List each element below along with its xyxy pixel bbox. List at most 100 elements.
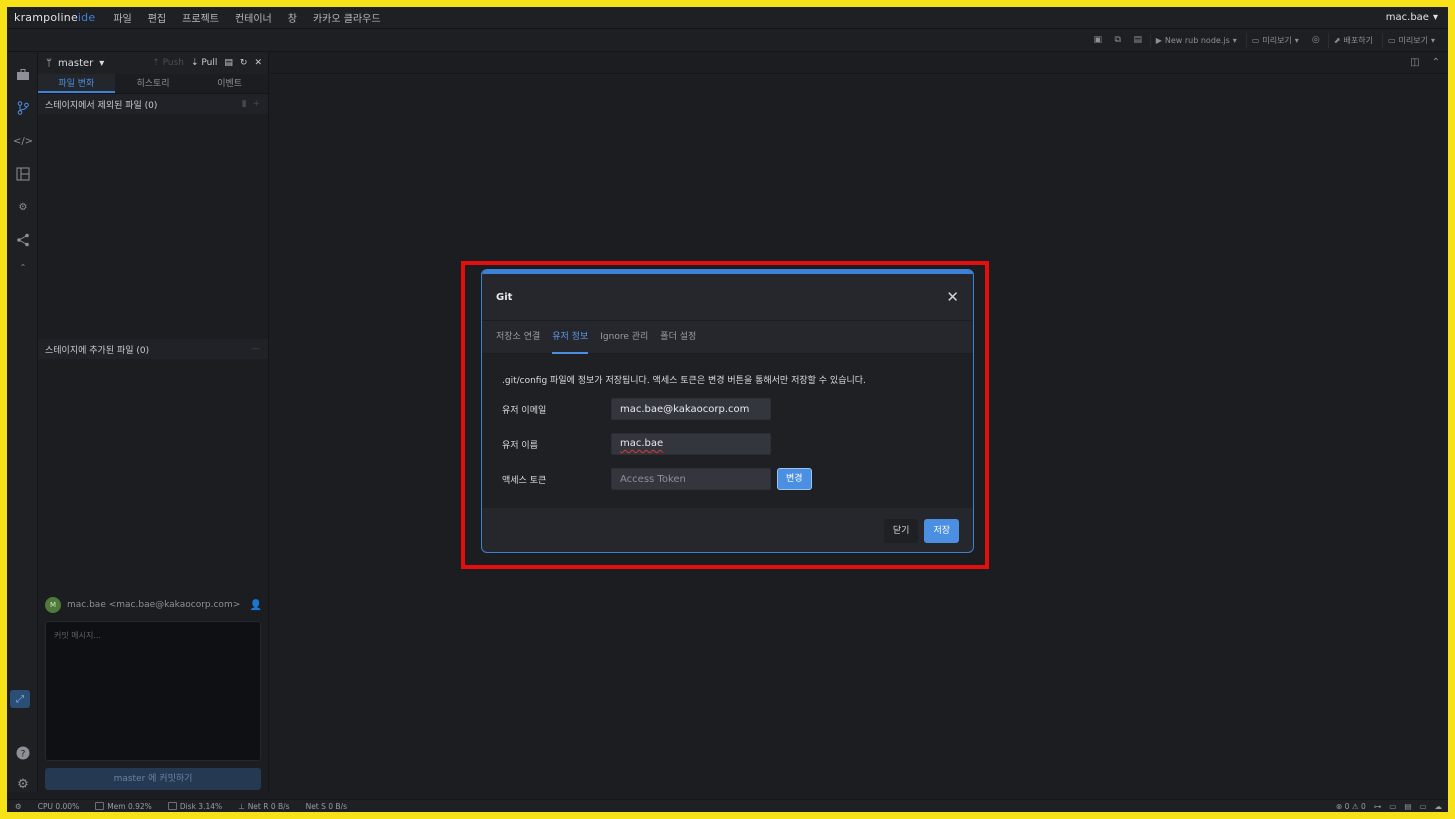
save-icon[interactable]: ▣ [1090, 32, 1106, 48]
globe-icon[interactable]: ◎ [1308, 32, 1324, 48]
warning-icon: ⚠ [1351, 801, 1359, 811]
split-editor-icon[interactable]: ◫ [1410, 57, 1419, 68]
close-icon[interactable]: ✕ [254, 58, 262, 68]
warnings-count: 0 [1360, 801, 1366, 811]
share-icon[interactable] [14, 231, 32, 249]
preview2-dropdown[interactable]: ▭ 미리보기 ▾ [1381, 32, 1440, 48]
email-row: 유저 이메일 [502, 398, 953, 420]
user-name: mac.bae [1385, 12, 1429, 23]
user-settings-icon[interactable]: 👤 [250, 600, 262, 611]
play-icon: ▶ [1155, 35, 1162, 45]
commit-message-input[interactable]: 커밋 메시지... [45, 621, 261, 761]
expand-icon[interactable]: ⤢ [10, 690, 30, 708]
save-button[interactable]: 저장 [924, 518, 959, 543]
svg-text:?: ? [21, 750, 26, 760]
commit-button[interactable]: master 에 커밋하기 [45, 768, 261, 790]
disk-icon [167, 802, 177, 810]
cloud-icon[interactable]: ☁ [1435, 802, 1443, 811]
email-label: 유저 이메일 [502, 405, 547, 416]
chat-icon[interactable]: ▤ [1404, 802, 1411, 811]
tab-ignore[interactable]: Ignore 관리 [600, 321, 648, 354]
commit-author: M mac.bae <mac.bae@kakaocorp.com> 👤 [38, 592, 269, 618]
dialog-tabs: 저장소 연결 유저 정보 Ignore 관리 폴더 설정 [482, 321, 973, 354]
git-branch-icon: ᛘ [46, 57, 52, 69]
menu-edit[interactable]: 편집 [140, 10, 174, 25]
unstaged-section-header[interactable]: 스테이지에서 제외된 파일 (0) ▮ + [38, 94, 268, 114]
network-icon: ⊥ [238, 801, 245, 811]
name-value: mac.bae [620, 438, 664, 449]
menu-container[interactable]: 컨테이너 [227, 10, 280, 25]
menu-project[interactable]: 프로젝트 [174, 10, 227, 25]
push-button[interactable]: ⇡ Push [152, 58, 184, 68]
link-icon[interactable]: ⊶ [1374, 802, 1382, 811]
tab-events[interactable]: 이벤트 [191, 74, 268, 93]
app-logo[interactable]: krampolineide [7, 11, 95, 24]
menu-items: 파일 편집 프로젝트 컨테이너 창 카카오 클라우드 [105, 10, 388, 25]
chevron-up-icon[interactable]: ⌃ [14, 258, 32, 276]
deploy-button[interactable]: ⬈ 배포하기 [1327, 32, 1378, 48]
code-icon[interactable]: </> [13, 132, 33, 150]
preview-icon: ▭ [1387, 35, 1396, 45]
name-field[interactable]: mac.bae [611, 433, 771, 455]
chevron-up-icon[interactable]: ⌃ [1432, 57, 1440, 68]
refresh-icon[interactable]: ↻ [240, 58, 248, 68]
preview-dropdown[interactable]: ▭ 미리보기 ▾ [1245, 32, 1304, 48]
minus-icon[interactable]: — [251, 344, 268, 354]
logo-accent: ide [77, 11, 96, 24]
git-panel: ᛘ master ▾ ⇡ Push ⇣ Pull ▤ ↻ ✕ 파일 변화 히스토… [38, 52, 269, 792]
help-icon[interactable]: ? [14, 744, 32, 762]
terminal-icon[interactable]: ▭ [1419, 802, 1426, 811]
tab-folder-settings[interactable]: 폴더 설정 [660, 321, 696, 354]
settings-icon: ⚙ [15, 801, 22, 811]
push-label: Push [162, 58, 184, 68]
briefcase-icon[interactable] [14, 66, 32, 84]
layout-panel-icon[interactable] [14, 165, 32, 183]
cpu-label: CPU 0.00% [37, 801, 80, 811]
chevron-down-icon: ▾ [1432, 12, 1438, 23]
email-field[interactable] [611, 398, 771, 420]
settings-share-icon[interactable]: ⚙ [14, 198, 32, 216]
menu-window[interactable]: 창 [280, 10, 305, 25]
toolbar: ▣ ⧉ ▤ ▶ New rub node.js ▾ ▭ 미리보기 ▾ ◎ ⬈ 배포하기 ▭… [7, 29, 1448, 52]
window-icon[interactable]: ▭ [1389, 802, 1396, 811]
menu-kakao-cloud[interactable]: 카카오 클라우드 [305, 10, 389, 25]
close-icon[interactable]: ✕ [946, 288, 959, 306]
user-menu[interactable]: mac.bae ▾ [1386, 12, 1448, 23]
close-button[interactable]: 닫기 [883, 518, 919, 543]
mem-label: Mem 0.92% [107, 801, 152, 811]
menu-file[interactable]: 파일 [105, 10, 139, 25]
unstaged-file-list [38, 114, 268, 339]
git-branch-icon[interactable] [14, 99, 32, 117]
tab-history[interactable]: 히스토리 [115, 74, 192, 93]
dialog-body: .git/config 파일에 정보가 저장됩니다. 액세스 토큰은 변경 버튼… [482, 354, 973, 508]
folder-icon[interactable]: ▤ [224, 58, 233, 68]
trash-icon[interactable]: ▮ [242, 99, 247, 109]
logo-text: krampoline [14, 11, 78, 24]
pull-button[interactable]: ⇣ Pull [191, 58, 217, 68]
status-bar: ⚙ CPU 0.00% Mem 0.92% Disk 3.14% ⊥ Net R … [7, 799, 1448, 812]
dialog-header: Git ✕ [482, 274, 973, 321]
disk-label: Disk 3.14% [179, 801, 223, 811]
tab-file-changes[interactable]: 파일 변화 [38, 74, 115, 93]
change-token-button[interactable]: 변경 [777, 468, 812, 490]
run-label: New rub node.js [1164, 35, 1230, 45]
problems-status[interactable]: ⊗ 0 ⚠ 0 [1336, 802, 1366, 811]
save-all-icon[interactable]: ⧉ [1110, 32, 1126, 48]
gear-icon[interactable]: ⚙ [14, 775, 32, 793]
avatar: M [45, 597, 61, 613]
run-dropdown[interactable]: ▶ New rub node.js ▾ [1149, 33, 1242, 47]
chevron-down-icon: ▾ [99, 57, 105, 69]
name-label: 유저 이름 [502, 440, 538, 451]
tab-user-info[interactable]: 유저 정보 [552, 321, 589, 354]
chevron-down-icon: ▾ [1232, 35, 1237, 45]
staged-section-header[interactable]: 스테이지에 추가된 파일 (0) — [38, 339, 268, 359]
branch-selector[interactable]: ᛘ master ▾ [46, 58, 104, 69]
plus-icon[interactable]: + [252, 99, 260, 109]
status-settings[interactable]: ⚙ [7, 802, 30, 811]
git-settings-dialog: Git ✕ 저장소 연결 유저 정보 Ignore 관리 폴더 설정 .git/… [481, 269, 974, 553]
tab-repository[interactable]: 저장소 연결 [496, 321, 540, 354]
access-token-field[interactable] [611, 468, 771, 490]
cpu-status: CPU 0.00% [30, 802, 87, 811]
git-actions: ⇡ Push ⇣ Pull ▤ ↻ ✕ [152, 58, 268, 68]
layout-icon[interactable]: ▤ [1130, 32, 1146, 48]
